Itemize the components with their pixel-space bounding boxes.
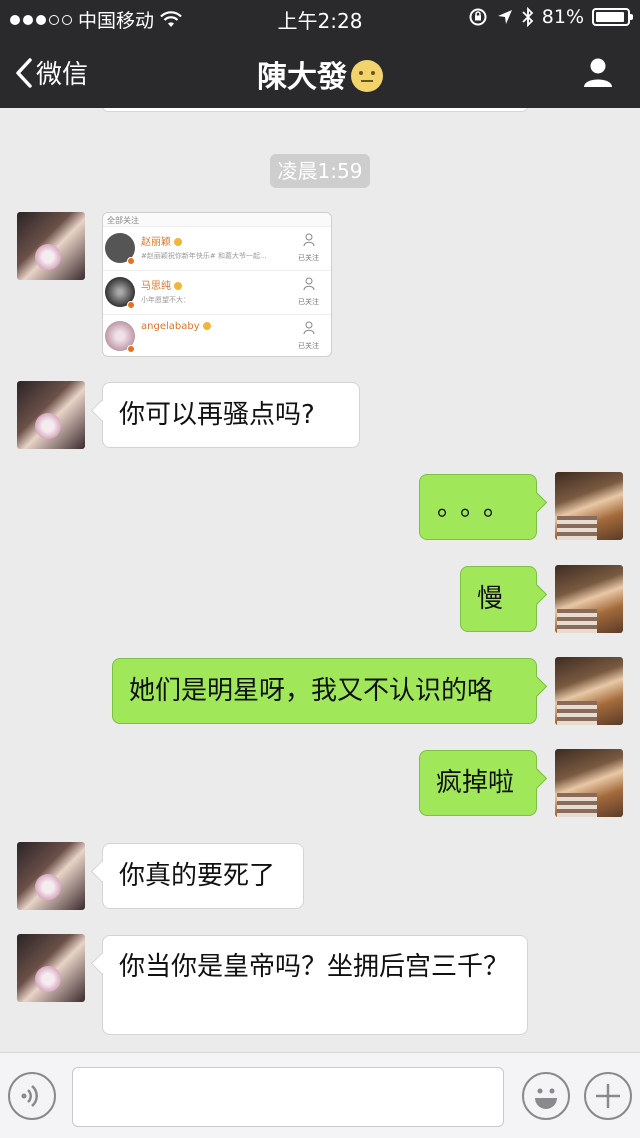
message-text: 疯掉啦: [436, 768, 515, 798]
screenshot-name: angelababy: [141, 321, 200, 332]
incoming-message-bubble[interactable]: 你真的要死了: [102, 843, 304, 909]
star-icon: [174, 282, 182, 290]
chat-area[interactable]: 凌晨1:59 全部关注 赵丽颖 #赵丽颖祝你新年快乐# 和葛大爷一起... 已关…: [0, 108, 640, 1052]
outgoing-message-bubble[interactable]: 慢: [460, 566, 537, 632]
screenshot-follow: 已关注: [298, 298, 319, 306]
screenshot-follow: 已关注: [298, 254, 319, 262]
screenshot-row: 马思纯 小年愿望不大： 已关注: [103, 271, 331, 315]
screenshot-row: 赵丽颖 #赵丽颖祝你新年快乐# 和葛大爷一起... 已关注: [103, 227, 331, 271]
emoji-icon: [535, 1088, 557, 1109]
shared-screenshot-image[interactable]: 全部关注 赵丽颖 #赵丽颖祝你新年快乐# 和葛大爷一起... 已关注 马思纯 小…: [102, 212, 332, 357]
followed-user-icon: [303, 233, 315, 247]
message-text: 。。。: [436, 492, 519, 522]
screenshot-desc: #赵丽颖祝你新年快乐# 和葛大爷一起...: [141, 252, 267, 260]
message-text: 你可以再骚点吗?: [119, 400, 315, 430]
page-title: 陳大發: [0, 52, 640, 96]
page-title-text: 陳大發: [257, 60, 347, 95]
rotation-lock-icon: [469, 8, 487, 26]
star-icon: [174, 238, 182, 246]
nav-bar: 微信 陳大發: [0, 36, 640, 108]
screenshot-name: 赵丽颖: [141, 237, 171, 248]
plus-button[interactable]: [584, 1072, 632, 1120]
input-bar: [0, 1052, 640, 1138]
message-input[interactable]: [72, 1067, 504, 1127]
location-arrow-icon: [497, 10, 512, 24]
message-text: 你真的要死了: [119, 861, 276, 891]
outgoing-message-bubble[interactable]: 。。。: [419, 474, 537, 540]
star-icon: [202, 322, 211, 330]
followed-user-icon: [303, 321, 315, 335]
screenshot-desc: 小年愿望不大：: [141, 296, 190, 304]
screenshot-name: 马思纯: [141, 281, 171, 292]
outgoing-message-bubble[interactable]: 疯掉啦: [419, 750, 537, 816]
avatar[interactable]: [555, 749, 623, 817]
timestamp: 凌晨1:59: [270, 154, 370, 188]
moon-face-emoji-icon: [351, 60, 383, 92]
bluetooth-icon: [522, 7, 534, 27]
status-bar: 中国移动 上午2:28 81%: [0, 0, 640, 36]
incoming-message-bubble[interactable]: 你当你是皇帝吗？坐拥后宫三千？: [102, 935, 528, 1035]
voice-icon: [21, 1085, 38, 1107]
message-text: 慢: [477, 584, 504, 614]
avatar[interactable]: [555, 472, 623, 540]
avatar[interactable]: [555, 565, 623, 633]
plus-icon: [596, 1084, 620, 1108]
emoji-button[interactable]: [522, 1072, 570, 1120]
battery-percent: 81%: [541, 6, 584, 28]
message-text: 她们是明星呀，我又不认识的咯: [129, 676, 494, 706]
status-right: 81%: [468, 6, 633, 28]
avatar[interactable]: [555, 657, 623, 725]
message-text: 你当你是皇帝吗？坐拥后宫三千？: [119, 952, 510, 982]
voice-button[interactable]: [8, 1072, 56, 1120]
incoming-message-bubble[interactable]: 你可以再骚点吗?: [102, 382, 360, 448]
screenshot-row: angelababy 已关注: [103, 315, 331, 356]
avatar[interactable]: [17, 212, 85, 280]
person-icon[interactable]: [582, 56, 614, 88]
followed-user-icon: [303, 277, 315, 291]
avatar[interactable]: [17, 381, 85, 449]
avatar[interactable]: [17, 934, 85, 1002]
verified-icon: [127, 257, 135, 265]
previous-message-bubble: [102, 108, 528, 112]
outgoing-message-bubble[interactable]: 她们是明星呀，我又不认识的咯: [112, 658, 537, 724]
screenshot-header: 全部关注: [103, 213, 331, 227]
verified-icon: [127, 345, 135, 353]
battery-icon: [592, 8, 633, 26]
avatar[interactable]: [17, 842, 85, 910]
verified-icon: [127, 301, 135, 309]
screenshot-follow: 已关注: [298, 342, 319, 350]
